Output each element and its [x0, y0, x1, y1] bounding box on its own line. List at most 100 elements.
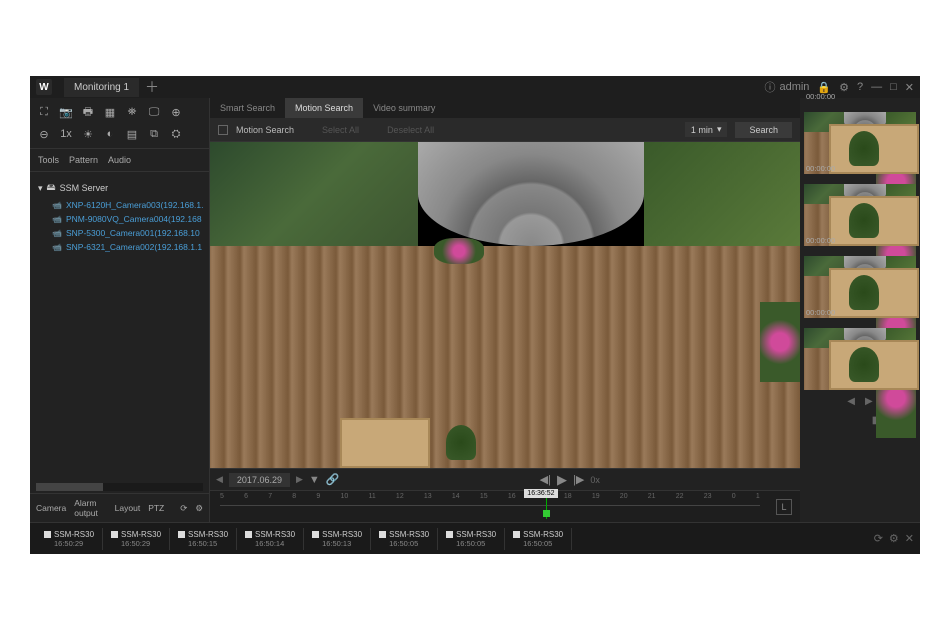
filter-icon[interactable]: ▼ — [309, 474, 320, 486]
sidebar-toolbar: ⛶ 📷 🖶 ▦ ⛯ 🖵 ⊕ ⊖ 1x ☀ ◐ ▤ ⧉ ⛭ — [30, 98, 209, 149]
server-label: SSM Server — [60, 183, 109, 193]
thumbnail-timestamp: 00:00:00 — [806, 92, 835, 101]
timeline-hour-label: 16 — [508, 493, 516, 503]
step-back-button[interactable]: ◀| — [540, 473, 551, 486]
zoom-reset-icon[interactable]: 1x — [58, 126, 74, 142]
timeline-ticks: 56789101112131415161718192021222301 — [220, 493, 760, 503]
user-label[interactable]: ⓘ admin — [764, 79, 809, 95]
close-button[interactable]: ✕ — [905, 81, 914, 94]
interval-value: 1 min — [691, 125, 713, 135]
minimize-button[interactable]: — — [871, 81, 882, 93]
timeline[interactable]: 56789101112131415161718192021222301 L — [210, 490, 800, 522]
tab-smart-search[interactable]: Smart Search — [210, 98, 285, 118]
deselect-all-button[interactable]: Deselect All — [387, 125, 434, 135]
event-cell[interactable]: SSM-RS3016:50:29 — [36, 528, 103, 550]
link-icon[interactable]: 🔗 — [326, 473, 340, 486]
sidebar-scrollbar[interactable] — [36, 483, 203, 491]
camera-tree-item[interactable]: 📹SNP-5300_Camera001(192.168.10 — [34, 226, 205, 240]
event-cell[interactable]: SSM-RS3016:50:29 — [103, 528, 170, 550]
video-frame — [210, 142, 800, 468]
event-time: 16:50:05 — [389, 539, 429, 548]
print-icon[interactable]: 🖶 — [80, 104, 96, 120]
motion-search-label: Motion Search — [236, 125, 294, 135]
timeline-hour-label: 13 — [424, 493, 432, 503]
ptz-icon[interactable]: ⛭ — [168, 126, 184, 142]
date-prev-icon[interactable]: ◀ — [216, 474, 223, 485]
timeline-track[interactable] — [220, 505, 760, 515]
gear-icon[interactable]: ⚙ — [195, 503, 203, 514]
event-cell[interactable]: SSM-RS3016:50:05 — [438, 528, 505, 550]
maximize-button[interactable]: □ — [890, 81, 897, 93]
camera-tree-item[interactable]: 📹XNP-6120H_Camera003(192.168.1. — [34, 198, 205, 212]
tab-tools[interactable]: Tools — [38, 155, 59, 165]
snapshot-icon[interactable]: 📷 — [58, 104, 74, 120]
tree-server-node[interactable]: ▾ 🖴 SSM Server — [34, 178, 205, 198]
camera-tree-item[interactable]: 📹PNM-9080VQ_Camera004(192.168 — [34, 212, 205, 226]
event-cell[interactable]: SSM-RS3016:50:15 — [170, 528, 237, 550]
timeline-hour-label: 21 — [648, 493, 656, 503]
titlebar: W Monitoring 1 ＋ ⓘ admin 🔒 ⚙ ? — □ ✕ — [30, 76, 920, 98]
chevron-down-icon: ▾ — [717, 124, 722, 135]
result-thumbnail[interactable]: 00:00:00 — [804, 318, 916, 390]
thumbnail-image — [804, 328, 916, 390]
step-forward-button[interactable]: |▶ — [573, 473, 584, 486]
status-close-icon[interactable]: ✕ — [905, 532, 914, 545]
event-cell[interactable]: SSM-RS3016:50:13 — [304, 528, 371, 550]
timeline-hour-label: 20 — [620, 493, 628, 503]
grid-icon[interactable]: ▦ — [102, 104, 118, 120]
contrast-icon[interactable]: ◐ — [102, 126, 118, 142]
collapse-icon[interactable]: ▾ — [38, 183, 43, 194]
copy-icon[interactable]: ⧉ — [146, 126, 162, 142]
camera-icon: 📹 — [52, 229, 62, 238]
thumb-next-icon[interactable]: ▶ — [865, 396, 873, 407]
tab-pattern[interactable]: Pattern — [69, 155, 98, 165]
event-time: 16:50:05 — [523, 539, 563, 548]
help-icon[interactable]: ? — [857, 81, 863, 93]
refresh-icon[interactable]: ⟳ — [180, 503, 187, 514]
tab-audio[interactable]: Audio — [108, 155, 131, 165]
interval-select[interactable]: 1 min ▾ — [685, 122, 728, 137]
date-picker[interactable]: 2017.06.29 — [229, 473, 290, 487]
bottom-tab-ptz[interactable]: PTZ — [148, 503, 164, 513]
brightness-icon[interactable]: ☀ — [80, 126, 96, 142]
layout-icon[interactable]: ▤ — [124, 126, 140, 142]
search-button[interactable]: Search — [735, 122, 792, 138]
fullscreen-icon[interactable]: ⛶ — [36, 104, 52, 120]
event-cell[interactable]: SSM-RS3016:50:05 — [371, 528, 438, 550]
playback-speed: 0x — [590, 475, 600, 485]
workspace-tab[interactable]: Monitoring 1 — [64, 78, 139, 97]
play-button[interactable]: ▶ — [557, 472, 567, 488]
status-refresh-icon[interactable]: ⟳ — [874, 532, 883, 545]
timeline-hour-label: 18 — [564, 493, 572, 503]
event-indicator-icon — [44, 531, 51, 538]
tab-motion-search[interactable]: Motion Search — [285, 98, 363, 118]
event-cell[interactable]: SSM-RS3016:50:05 — [505, 528, 572, 550]
tab-video-summary[interactable]: Video summary — [363, 98, 445, 118]
settings-icon[interactable]: ⚙ — [839, 81, 849, 94]
camera-icon: 📹 — [52, 243, 62, 252]
monitor-icon[interactable]: 🖵 — [146, 104, 162, 120]
event-source: SSM-RS30 — [121, 530, 161, 539]
select-all-button[interactable]: Select All — [322, 125, 359, 135]
camera-tree-item[interactable]: 📹 SNP-6321_Camera002(192.168.1.1 — [34, 240, 205, 254]
event-indicator-icon — [379, 531, 386, 538]
zoom-out-icon[interactable]: ⊖ — [36, 126, 52, 142]
date-next-icon[interactable]: ▶ — [296, 474, 303, 485]
timeline-mode-button[interactable]: L — [776, 499, 792, 515]
video-viewport[interactable] — [210, 142, 800, 468]
timeline-marker[interactable] — [546, 491, 547, 519]
playback-controls: ◀ 2017.06.29 ▶ ▼ 🔗 ◀| ▶ |▶ 0x — [210, 468, 800, 490]
camera-label: SNP-6321_Camera002(192.168.1.1 — [66, 242, 202, 252]
timeline-hour-label: 22 — [676, 493, 684, 503]
add-tab-button[interactable]: ＋ — [145, 77, 159, 97]
zoom-in-icon[interactable]: ⊕ — [168, 104, 184, 120]
bottom-tab-layout[interactable]: Layout — [115, 503, 141, 513]
timeline-hour-label: 6 — [244, 493, 248, 503]
bottom-tab-camera[interactable]: Camera — [36, 503, 66, 513]
event-cell[interactable]: SSM-RS3016:50:14 — [237, 528, 304, 550]
motion-search-checkbox[interactable] — [218, 125, 228, 135]
alarm-icon[interactable]: ⛯ — [124, 104, 140, 120]
status-settings-icon[interactable]: ⚙ — [889, 532, 899, 545]
thumb-prev-icon[interactable]: ◀ — [847, 396, 855, 407]
bottom-tab-alarm[interactable]: Alarm output — [74, 498, 106, 518]
